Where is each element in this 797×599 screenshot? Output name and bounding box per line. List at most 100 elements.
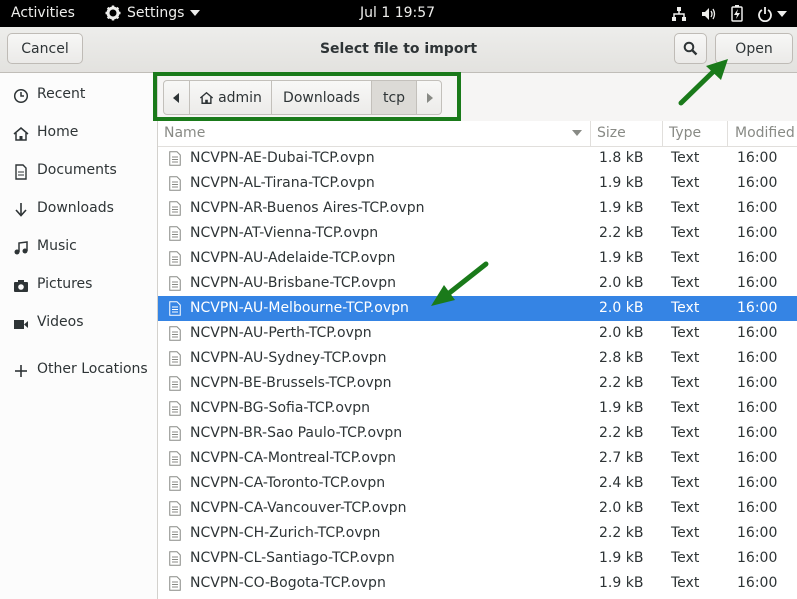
- file-name: NCVPN-AE-Dubai-TCP.ovpn: [190, 150, 375, 166]
- file-size: 2.2 kB: [599, 525, 644, 541]
- table-row[interactable]: NCVPN-AR-Buenos Aires-TCP.ovpn 1.9 kB Text…: [158, 196, 797, 221]
- table-row[interactable]: NCVPN-AU-Sydney-TCP.ovpn 2.8 kB Text 16:00: [158, 346, 797, 371]
- column-header-type[interactable]: Type: [669, 125, 701, 141]
- file-name: NCVPN-BE-Brussels-TCP.ovpn: [190, 375, 392, 391]
- column-separator[interactable]: [590, 121, 591, 146]
- file-modified: 16:00: [737, 475, 778, 491]
- text-file-icon: [169, 576, 181, 591]
- app-menu[interactable]: Settings: [105, 5, 201, 21]
- text-file-icon: [169, 201, 181, 216]
- table-row[interactable]: NCVPN-BR-Sao Paulo-TCP.ovpn 2.2 kB Text 16:…: [158, 421, 797, 446]
- file-name: NCVPN-AR-Buenos Aires-TCP.ovpn: [190, 200, 425, 216]
- sort-descending-icon[interactable]: [572, 130, 582, 136]
- file-size: 2.2 kB: [599, 225, 644, 241]
- file-type: Text: [671, 150, 700, 166]
- sidebar-item-label: Downloads: [37, 200, 114, 216]
- file-name: NCVPN-CA-Toronto-TCP.ovpn: [190, 475, 386, 491]
- file-name: NCVPN-AL-Tirana-TCP.ovpn: [190, 175, 375, 191]
- sidebar-item-downloads[interactable]: Downloads: [0, 191, 157, 227]
- column-header-name[interactable]: Name: [164, 125, 205, 141]
- file-modified: 16:00: [737, 275, 778, 291]
- text-file-icon: [169, 301, 181, 316]
- table-row[interactable]: NCVPN-CL-Santiago-TCP.ovpn 1.9 kB Text 16:0…: [158, 546, 797, 571]
- file-modified: 16:00: [737, 175, 778, 191]
- volume-icon: [702, 7, 716, 20]
- file-modified: 16:00: [737, 375, 778, 391]
- file-modified: 16:00: [737, 250, 778, 266]
- file-modified: 16:00: [737, 525, 778, 541]
- text-file-icon: [169, 176, 181, 191]
- sidebar-item-videos[interactable]: Videos: [0, 305, 157, 341]
- file-type: Text: [671, 400, 700, 416]
- file-modified: 16:00: [737, 450, 778, 466]
- column-separator[interactable]: [662, 121, 663, 146]
- table-row[interactable]: NCVPN-AE-Dubai-TCP.ovpn 1.8 kB Text 16:00: [158, 146, 797, 171]
- file-size: 1.9 kB: [599, 250, 644, 266]
- power-icon: [758, 6, 772, 22]
- clock-icon: [13, 88, 29, 104]
- file-name: NCVPN-AU-Adelaide-TCP.ovpn: [190, 250, 396, 266]
- clock[interactable]: Jul 1 19:57: [360, 5, 435, 21]
- file-size: 2.0 kB: [599, 300, 644, 316]
- file-modified: 16:00: [737, 400, 778, 416]
- sidebar-item-home[interactable]: Home: [0, 115, 157, 151]
- sidebar-item-label: Documents: [37, 162, 117, 178]
- table-row[interactable]: NCVPN-CA-Montreal-TCP.ovpn 2.7 kB Text 16:0…: [158, 446, 797, 471]
- battery-icon: [731, 5, 743, 22]
- places-sidebar: Recent Home Documents Downloads Music Pi…: [0, 73, 158, 599]
- file-modified: 16:00: [737, 150, 778, 166]
- column-header-size[interactable]: Size: [597, 125, 626, 141]
- table-row[interactable]: NCVPN-CA-Toronto-TCP.ovpn 2.4 kB Text 16:00: [158, 471, 797, 496]
- file-type: Text: [671, 225, 700, 241]
- file-size: 1.9 kB: [599, 575, 644, 591]
- sidebar-item-other-locations[interactable]: Other Locations: [0, 352, 157, 388]
- annotation-arrow-open: [678, 59, 728, 106]
- file-size: 1.9 kB: [599, 550, 644, 566]
- sidebar-item-music[interactable]: Music: [0, 229, 157, 265]
- file-name: NCVPN-AU-Brisbane-TCP.ovpn: [190, 275, 396, 291]
- document-icon: [15, 164, 27, 180]
- file-type: Text: [671, 575, 700, 591]
- table-row[interactable]: NCVPN-AU-Perth-TCP.ovpn 2.0 kB Text 16:00: [158, 321, 797, 346]
- file-type: Text: [671, 325, 700, 341]
- gear-icon: [105, 5, 121, 21]
- table-row[interactable]: NCVPN-BG-Sofia-TCP.ovpn 1.9 kB Text 16:00: [158, 396, 797, 421]
- file-modified: 16:00: [737, 550, 778, 566]
- plus-icon: [15, 365, 27, 377]
- table-row[interactable]: NCVPN-AT-Vienna-TCP.ovpn 2.2 kB Text 16:00: [158, 221, 797, 246]
- file-type: Text: [671, 425, 700, 441]
- column-header-modified[interactable]: Modified: [735, 125, 795, 141]
- column-header-row: Name Size Type Modified: [158, 121, 797, 147]
- text-file-icon: [169, 526, 181, 541]
- chevron-down-icon: [190, 10, 201, 16]
- text-file-icon: [169, 251, 181, 266]
- table-row[interactable]: NCVPN-CO-Bogota-TCP.ovpn 1.9 kB Text 16:00: [158, 571, 797, 596]
- text-file-icon: [169, 376, 181, 391]
- annotation-arrow-file: [431, 261, 489, 306]
- file-type: Text: [671, 275, 700, 291]
- home-icon: [13, 127, 29, 141]
- column-separator[interactable]: [727, 121, 728, 146]
- sidebar-item-pictures[interactable]: Pictures: [0, 267, 157, 303]
- activities-button[interactable]: Activities: [11, 5, 75, 21]
- text-file-icon: [169, 351, 181, 366]
- table-row[interactable]: NCVPN-CA-Vancouver-TCP.ovpn 2.0 kB Text 16:…: [158, 496, 797, 521]
- sidebar-item-label: Home: [37, 124, 79, 140]
- file-type: Text: [671, 300, 700, 316]
- table-row[interactable]: NCVPN-AL-Tirana-TCP.ovpn 1.9 kB Text 16:00: [158, 171, 797, 196]
- system-tray[interactable]: [671, 5, 787, 22]
- file-size: 2.7 kB: [599, 450, 644, 466]
- table-row[interactable]: NCVPN-BE-Brussels-TCP.ovpn 2.2 kB Text 16:0…: [158, 371, 797, 396]
- file-type: Text: [671, 375, 700, 391]
- file-type: Text: [671, 350, 700, 366]
- table-row[interactable]: NCVPN-CH-Zurich-TCP.ovpn 2.2 kB Text 16:00: [158, 521, 797, 546]
- search-icon: [683, 41, 698, 56]
- sidebar-item-recent[interactable]: Recent: [0, 77, 157, 113]
- video-icon: [14, 320, 28, 329]
- file-type: Text: [671, 200, 700, 216]
- sidebar-item-documents[interactable]: Documents: [0, 153, 157, 189]
- file-size: 1.9 kB: [599, 200, 644, 216]
- file-list[interactable]: Name Size Type Modified NCVPN-AE-Dubai-T…: [158, 121, 797, 599]
- file-name: NCVPN-CL-Santiago-TCP.ovpn: [190, 550, 395, 566]
- file-size: 2.0 kB: [599, 500, 644, 516]
